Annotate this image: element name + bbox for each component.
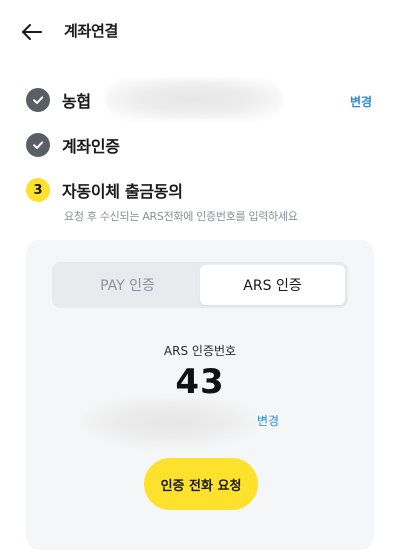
request-call-button[interactable]: 인증 전화 요청: [144, 458, 258, 510]
tab-ars-auth[interactable]: ARS 인증: [200, 265, 345, 305]
step-label-bank: 농협: [62, 92, 91, 111]
check-icon: [33, 96, 44, 104]
step-number-badge: 3: [26, 178, 50, 202]
step-bank: 농협: [26, 88, 91, 112]
step-autopay-consent: 3 자동이체 출금동의: [26, 178, 183, 202]
arrow-left-icon: [22, 24, 42, 40]
phone-change-link[interactable]: 변경: [257, 412, 279, 429]
app-header: 계좌연결: [0, 0, 400, 64]
step-done-badge: [26, 133, 50, 157]
ars-auth-card: PAY 인증 ARS 인증 ARS 인증번호 43 변경 인증 전화 요청: [26, 240, 374, 550]
back-button[interactable]: [18, 18, 46, 46]
step-label-autopay-consent: 자동이체 출금동의: [62, 182, 183, 201]
step-done-badge: [26, 88, 50, 112]
masked-account-number: [106, 78, 282, 120]
step-account-verify: 계좌인증: [26, 133, 120, 157]
step-label-account-verify: 계좌인증: [62, 137, 120, 156]
tab-pay-auth[interactable]: PAY 인증: [55, 265, 200, 305]
auth-method-tabs: PAY 인증 ARS 인증: [52, 262, 348, 308]
instruction-text: 요청 후 수신되는 ARS전화에 인증번호를 입력하세요: [64, 210, 298, 223]
page-title: 계좌연결: [64, 22, 119, 40]
masked-phone-number: [82, 396, 258, 448]
check-icon: [33, 141, 44, 149]
ars-code-label: ARS 인증번호: [163, 344, 237, 358]
account-change-link[interactable]: 변경: [350, 93, 372, 110]
